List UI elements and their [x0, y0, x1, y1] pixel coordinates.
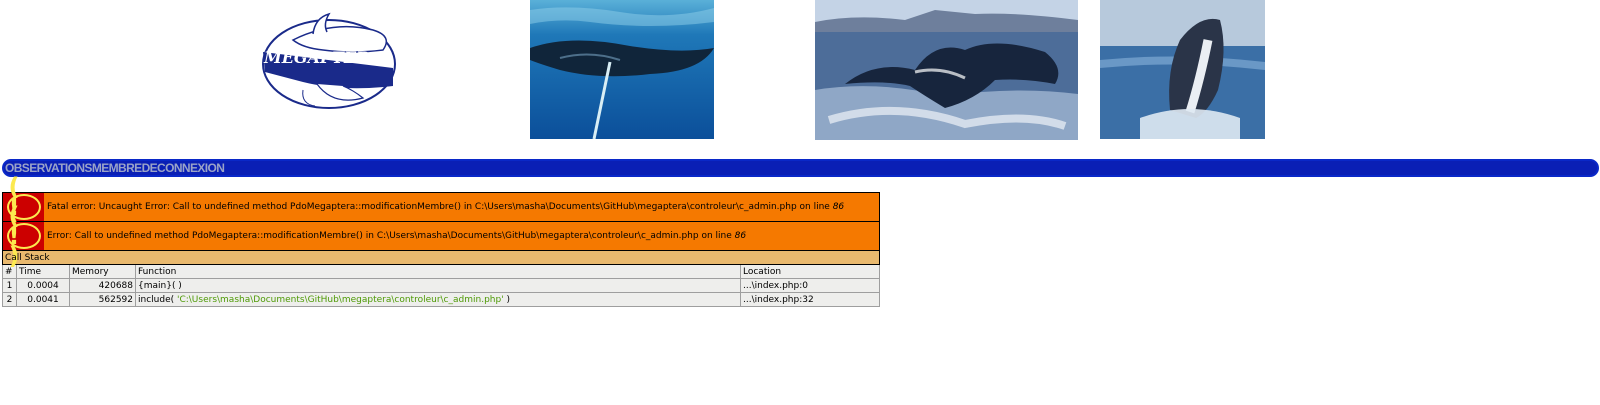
whale-underwater-photo [530, 0, 714, 139]
row-function: {main}( ) [135, 278, 741, 293]
row-index: 1 [2, 278, 17, 293]
table-row: 2 0.0041 562592 include( 'C:\Users\masha… [2, 292, 880, 307]
whale-tail-photo [815, 0, 1078, 140]
logo-text: MEGAPTERA [264, 48, 382, 67]
row-function: include( 'C:\Users\masha\Documents\GitHu… [135, 292, 741, 307]
row-index: 2 [2, 292, 17, 307]
col-location: Location [740, 264, 880, 279]
col-time: Time [16, 264, 70, 279]
error-message: Error: Call to undefined method PdoMegap… [47, 231, 747, 241]
row-time: 0.0004 [16, 278, 70, 293]
callstack-title: Call Stack [2, 250, 880, 265]
error-line: 86 [734, 231, 747, 241]
fatal-error-line: 86 [832, 202, 845, 212]
row-location: ...\index.php:0 [740, 278, 880, 293]
nav-deconnexion[interactable]: DECONNEXION [142, 161, 225, 175]
error-row: ( ! ) Error: Call to undefined method Pd… [2, 204, 880, 268]
callstack-title-row: Call Stack [2, 250, 880, 265]
xdebug-error-table: ( ! ) Fatal error: Uncaught Error: Call … [2, 175, 880, 307]
row-memory: 562592 [69, 292, 136, 307]
row-time: 0.0041 [16, 292, 70, 307]
error-alert-icon: ( ! ) [3, 204, 44, 268]
table-row: 1 0.0004 420688 {main}( ) ...\index.php:… [2, 278, 880, 293]
nav-membre[interactable]: MEMBRE [92, 161, 142, 175]
row-location: ...\index.php:32 [740, 292, 880, 307]
row-memory: 420688 [69, 278, 136, 293]
callstack-header-row: # Time Memory Function Location [2, 264, 880, 279]
whale-breach-photo [1100, 0, 1265, 139]
col-memory: Memory [69, 264, 136, 279]
main-navbar: OBSERVATIONS MEMBRE DECONNEXION [2, 159, 1599, 177]
col-function: Function [135, 264, 741, 279]
header-banner: MEGAPTERA [0, 0, 1600, 140]
megaptera-logo: MEGAPTERA [243, 6, 408, 111]
fatal-error-message: Fatal error: Uncaught Error: Call to und… [47, 202, 845, 212]
fatal-error-row: ( ! ) Fatal error: Uncaught Error: Call … [2, 175, 880, 239]
